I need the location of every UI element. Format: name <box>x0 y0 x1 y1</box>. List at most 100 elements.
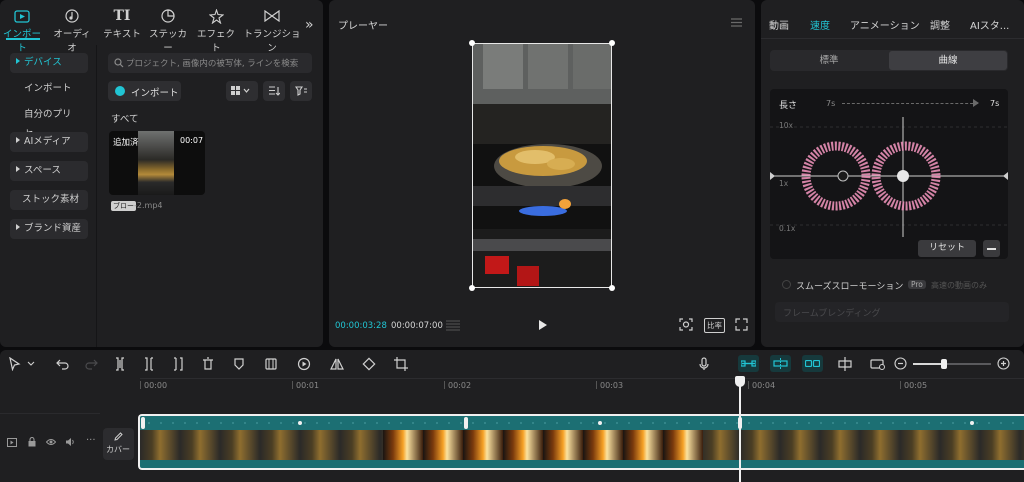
tab-sticker-label: ステッカー <box>148 29 187 54</box>
main-track-magnet-button[interactable] <box>738 355 759 372</box>
rotate-icon[interactable] <box>362 357 376 371</box>
zoom-in-icon[interactable] <box>997 357 1011 371</box>
sidebar-item-device[interactable]: デバイス <box>10 53 88 73</box>
tab-adjust[interactable]: 調整 <box>930 17 950 32</box>
resize-handle[interactable] <box>469 40 475 46</box>
split-icon[interactable] <box>113 357 127 371</box>
zoom-slider[interactable] <box>913 359 991 369</box>
cover-label: カバー <box>106 445 130 454</box>
filter-button[interactable] <box>290 81 312 101</box>
tab-text[interactable]: TI テキスト <box>100 8 144 40</box>
clip-thumbnails-fire <box>383 430 703 460</box>
import-button[interactable]: インポート <box>108 81 181 101</box>
ruler-tick <box>748 381 749 389</box>
audio-mute-icon[interactable] <box>65 437 75 447</box>
ruler-tick <box>596 381 597 389</box>
sort-button[interactable] <box>263 81 285 101</box>
tab-text-label: テキスト <box>103 29 141 40</box>
zoom-out-icon[interactable] <box>894 357 908 371</box>
smooth-slowmo-checkbox[interactable] <box>782 280 791 289</box>
video-preview[interactable] <box>472 43 612 288</box>
tab-video[interactable]: 動画 <box>769 17 789 32</box>
playhead-handle[interactable] <box>735 376 745 387</box>
tab-divider <box>761 38 1024 39</box>
search-placeholder: プロジェクト, 画像内の被写体, ラインを検索 <box>126 59 299 69</box>
view-mode-button[interactable] <box>226 81 258 101</box>
crop-icon[interactable] <box>394 357 408 371</box>
playhead[interactable] <box>739 377 741 482</box>
menu-icon[interactable] <box>731 18 742 27</box>
tab-speed[interactable]: 速度 <box>810 17 830 32</box>
auto-snap-button[interactable] <box>770 355 791 372</box>
mirror-icon[interactable] <box>330 357 344 371</box>
link-icon <box>741 360 756 367</box>
ruler-label: 00:05 <box>904 381 928 390</box>
linkage-button[interactable] <box>802 355 823 372</box>
reverse-icon[interactable] <box>297 357 311 371</box>
mode-curve-button[interactable]: 曲線 <box>889 51 1007 70</box>
sidebar-item-ai-media[interactable]: AIメディア <box>10 132 88 152</box>
properties-panel: 動画 速度 アニメーション 調整 AIスタ... 標準 曲線 長さ 7s 7s … <box>761 0 1024 347</box>
search-input[interactable]: プロジェクト, 画像内の被写体, ラインを検索 <box>108 53 312 73</box>
fullscreen-icon[interactable] <box>735 318 748 331</box>
more-tabs-icon[interactable]: » <box>305 17 314 33</box>
frame-blending-label: フレームブレンディング <box>783 309 881 319</box>
sidebar-item-space[interactable]: スペース <box>10 161 88 181</box>
thumbnail-view-icon[interactable] <box>870 357 885 371</box>
transition-icon <box>242 8 302 24</box>
length-slider[interactable] <box>842 103 978 104</box>
sidebar-item-import[interactable]: インポート <box>10 79 88 99</box>
split-right-icon[interactable] <box>171 357 185 371</box>
cover-button[interactable]: カバー <box>103 428 134 460</box>
redo-icon[interactable] <box>84 357 98 371</box>
tab-effect[interactable]: エフェクト <box>194 8 238 54</box>
speed-curve-strip <box>140 416 1024 430</box>
reset-button[interactable]: リセット <box>918 240 976 257</box>
clip-thumbnail <box>138 131 174 195</box>
mode-standard-button[interactable]: 標準 <box>770 50 888 71</box>
section-label: すべて <box>111 114 139 125</box>
tab-ai-style[interactable]: AIスタ... <box>970 17 1009 32</box>
grid-icon <box>231 86 251 96</box>
sidebar-item-stock[interactable]: ストック素材 <box>10 190 88 210</box>
clip-filename: -2.mp4 <box>134 201 163 210</box>
filter-icon <box>295 86 307 96</box>
fit-view-icon[interactable] <box>679 318 693 331</box>
preview-axis-icon[interactable] <box>838 357 852 371</box>
lock-icon[interactable] <box>28 437 36 447</box>
frame-blending-select[interactable]: フレームブレンディング <box>775 302 1009 322</box>
visibility-icon[interactable] <box>46 438 56 446</box>
mask-icon[interactable] <box>232 357 246 371</box>
speed-curve-graph[interactable] <box>770 117 1008 237</box>
delete-icon[interactable] <box>201 357 215 371</box>
remove-point-button[interactable] <box>983 240 1000 257</box>
import-icon <box>0 8 44 24</box>
tab-animation[interactable]: アニメーション <box>850 17 920 32</box>
resize-handle[interactable] <box>609 285 615 291</box>
select-tool-icon[interactable] <box>8 357 22 371</box>
video-clip[interactable] <box>138 414 1024 470</box>
length-label: 長さ <box>779 101 798 111</box>
media-clip-card[interactable]: 追加済 00:07 <box>109 131 205 195</box>
timeline-view-icon[interactable] <box>445 320 461 331</box>
sidebar-item-label: インポート <box>24 83 72 94</box>
clip-tag: ブロー <box>111 201 136 211</box>
zoom-slider-thumb[interactable] <box>941 359 947 369</box>
timeline-ruler[interactable] <box>140 378 1024 392</box>
select-dropdown-icon[interactable] <box>27 357 41 371</box>
sidebar-item-presets[interactable]: 自分のプリセ… <box>10 105 88 140</box>
sidebar-item-brand[interactable]: ブランド資産 <box>10 219 88 239</box>
ratio-button[interactable]: 比率 <box>704 318 725 333</box>
resize-handle[interactable] <box>469 285 475 291</box>
keyframe-markers <box>141 417 1024 429</box>
tab-transition[interactable]: トランジション <box>242 8 302 54</box>
tab-sticker[interactable]: ステッカー <box>146 8 190 54</box>
track-more-icon[interactable]: ··· <box>86 435 96 446</box>
play-button[interactable] <box>538 319 548 331</box>
split-left-icon[interactable] <box>142 357 156 371</box>
undo-icon[interactable] <box>56 357 70 371</box>
sidebar-item-label: デバイス <box>24 57 62 68</box>
resize-handle[interactable] <box>609 40 615 46</box>
microphone-icon[interactable] <box>697 357 711 371</box>
freeze-frame-icon[interactable] <box>264 357 278 371</box>
